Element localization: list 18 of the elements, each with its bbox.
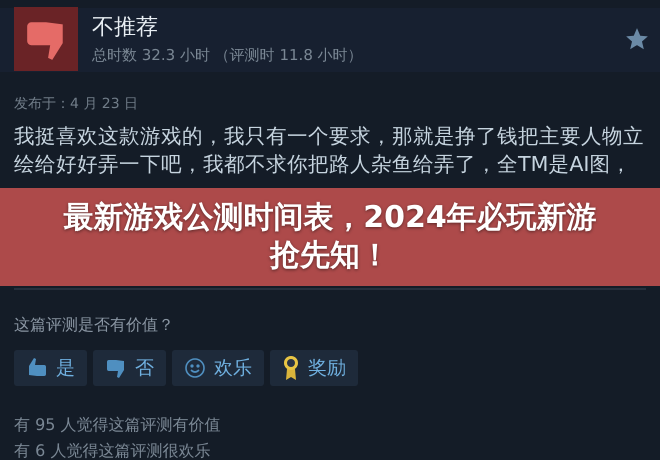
award-vote-button[interactable]: 奖励 [270,350,358,386]
banner-title: 最新游戏公测时间表，2024年必玩新游抢先知！ [62,199,598,275]
verdict-title: 不推荐 [92,15,159,41]
smiley-icon [184,357,206,379]
playtime-text: 总时数 32.3 小时 （评测时 11.8 小时） [92,45,364,65]
no-vote-button[interactable]: 否 [93,350,166,386]
posted-date: 发布于：4 月 23 日 [14,95,138,114]
vote-count-text: 有 95 人觉得这篇评测有价值 [14,414,221,436]
review-text: 我挺喜欢这款游戏的，我只有一个要求，那就是挣了钱把主要人物立绘给好好弄一下吧，我都不求你把路人杂鱼给弄了，全TM是AI图， [14,123,645,178]
star-icon[interactable] [624,26,650,52]
yes-vote-button[interactable]: 是 [14,350,87,386]
helpful-prompt: 这篇评测是否有价值？ [14,314,174,336]
thumbs-down-icon [14,7,78,71]
medal-icon [282,355,300,381]
vote-count-text: 有 6 人觉得这篇评测很欢乐 [14,440,210,460]
funny-vote-button[interactable]: 欢乐 [172,350,264,386]
thumbs-up-icon [26,357,48,379]
thumbs-down-icon [105,357,127,379]
